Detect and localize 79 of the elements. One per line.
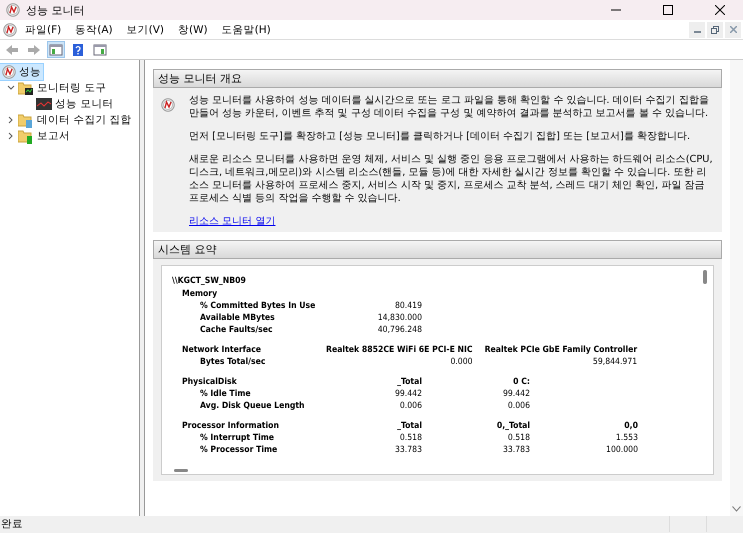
counter-name: Cache Faults/sec — [199, 324, 274, 336]
section-header: 시스템 요약 — [153, 240, 722, 259]
instance-name: Realtek PCIe GbE Family Controller — [484, 344, 638, 356]
overview-paragraph: 새로운 리소스 모니터를 사용하면 운영 체제, 서비스 및 실행 중인 응용 프로그램에서 사용하는 하드웨어 리소스(CPU, 디스크, 네트워크,메모리)와 시스템 리소스(핸들, 모듈 등)에 대한 자세한 실시간 정보를 확인할 수 있습니다. 또한 리소스 모니터를 사용하여 프로세스 중지, 서비스 시작 및 중지, 프로세스 교착 분석, 스레드 대기 체인 확인, 파일 잠금 프로세스 식별 등의 작업을 수행할 수 있습니다. — [189, 153, 714, 205]
tree-item[interactable]: 모니터링 도구 — [16, 80, 108, 96]
counter-name: Available MBytes — [199, 312, 276, 324]
counter-value: 0.518 — [506, 432, 530, 444]
counter-value: 0.518 — [398, 432, 422, 444]
counter-value: 40,796.248 — [376, 324, 422, 336]
back-icon — [5, 42, 19, 56]
counter-value: 0.006 — [398, 400, 422, 412]
object-name: Processor Information — [181, 420, 280, 432]
app-menu-icon — [3, 22, 17, 36]
counter-value: 33.783 — [502, 444, 530, 456]
tree-pane-icon — [49, 42, 63, 56]
menu-item[interactable]: 동작(A) — [69, 22, 119, 36]
counter-value: 33.783 — [394, 444, 422, 456]
counter-value: 99.442 — [394, 388, 422, 400]
scrollbar-thumb[interactable] — [174, 469, 188, 472]
resource-monitor-link[interactable]: 리소스 모니터 열기 — [189, 216, 276, 227]
menu-item[interactable]: 창(W) — [172, 22, 214, 36]
object-name: Network Interface — [181, 344, 262, 356]
folder-icon — [18, 112, 34, 128]
instance-name: 0,_Total — [496, 420, 530, 432]
close-icon — [715, 5, 725, 15]
counter-name: % Idle Time — [199, 388, 252, 400]
restore-button[interactable] — [707, 22, 723, 38]
window-title: 성능 모니터 — [26, 2, 84, 18]
counter-name: % Processor Time — [199, 444, 278, 456]
tree-item[interactable]: 보고서 — [16, 128, 72, 144]
gauge-icon — [161, 98, 175, 112]
instance-name: _Total — [396, 376, 422, 388]
instance-name: 0 C: — [512, 376, 530, 388]
gauge-icon — [2, 65, 16, 79]
maximize-icon — [663, 5, 673, 15]
counter-name: % Interrupt Time — [199, 432, 276, 444]
chart-icon — [36, 98, 52, 110]
close-icon — [730, 26, 736, 33]
tree-item[interactable]: 데이터 수집기 집합 — [16, 112, 134, 128]
chevron-down-icon[interactable] — [7, 84, 15, 92]
counter-value: 59,844.971 — [592, 356, 638, 368]
counter-value: 100.000 — [605, 444, 638, 456]
forward-icon — [27, 42, 41, 56]
status-text: 완료 — [1, 517, 23, 531]
app-icon — [6, 3, 20, 17]
menu-item[interactable]: 보기(V) — [120, 22, 170, 36]
toolbar-button[interactable] — [47, 41, 65, 58]
chevron-right-icon[interactable] — [7, 116, 15, 124]
host-name: \\KGCT_SW_NB09 — [172, 276, 247, 288]
chevron-down-icon[interactable] — [732, 506, 741, 512]
chevron-right-icon[interactable] — [7, 132, 15, 140]
counter-value: 0.000 — [449, 356, 473, 368]
restore-icon — [711, 26, 719, 34]
minimize-button[interactable] — [689, 22, 705, 38]
help-icon — [71, 42, 85, 56]
counter-value: 0.006 — [506, 400, 530, 412]
instance-name: Realtek 8852CE WiFi 6E PCI-E NIC — [325, 344, 473, 356]
counter-name: Bytes Total/sec — [199, 356, 266, 368]
overview-paragraph: 성능 모니터를 사용하여 성능 데이터를 실시간으로 또는 로그 파일을 통해 확인할 수 있습니다. 데이터 수집기 집합을 만들어 성능 카운터, 이벤트 추적 및 구성 데이터 수집을 구성 및 예약하여 결과를 분석하고 보고서를 볼 수 있습니다. — [189, 94, 710, 120]
object-name: PhysicalDisk — [181, 376, 238, 388]
overview-paragraph: 먼저 [모니터링 도구]를 확장하고 [성능 모니터]를 클릭하거나 [데이터 수집기 집합] 또는 [보고서]를 확장합니다. — [189, 130, 692, 143]
instance-name: _Total — [396, 420, 422, 432]
menu-item[interactable]: 도움말(H) — [216, 22, 277, 36]
folder-icon — [18, 80, 34, 96]
counter-name: % Committed Bytes In Use — [199, 300, 314, 312]
tree-item[interactable]: 성능 — [0, 64, 43, 80]
counter-value: 80.419 — [394, 300, 422, 312]
section-header: 성능 모니터 개요 — [153, 69, 722, 88]
counter-value: 14,830.000 — [376, 312, 422, 324]
folder-icon — [18, 128, 34, 144]
counter-name: Avg. Disk Queue Length — [199, 400, 306, 412]
tree-item[interactable]: 성능 모니터 — [34, 96, 116, 112]
counter-value: 1.553 — [614, 432, 638, 444]
object-name: Memory — [181, 288, 218, 300]
scrollbar-thumb[interactable] — [703, 270, 707, 284]
counter-value: 99.442 — [502, 388, 530, 400]
panel-icon — [93, 42, 107, 56]
instance-name: 0,0 — [623, 420, 638, 432]
menu-item[interactable]: 파일(F) — [19, 22, 68, 36]
